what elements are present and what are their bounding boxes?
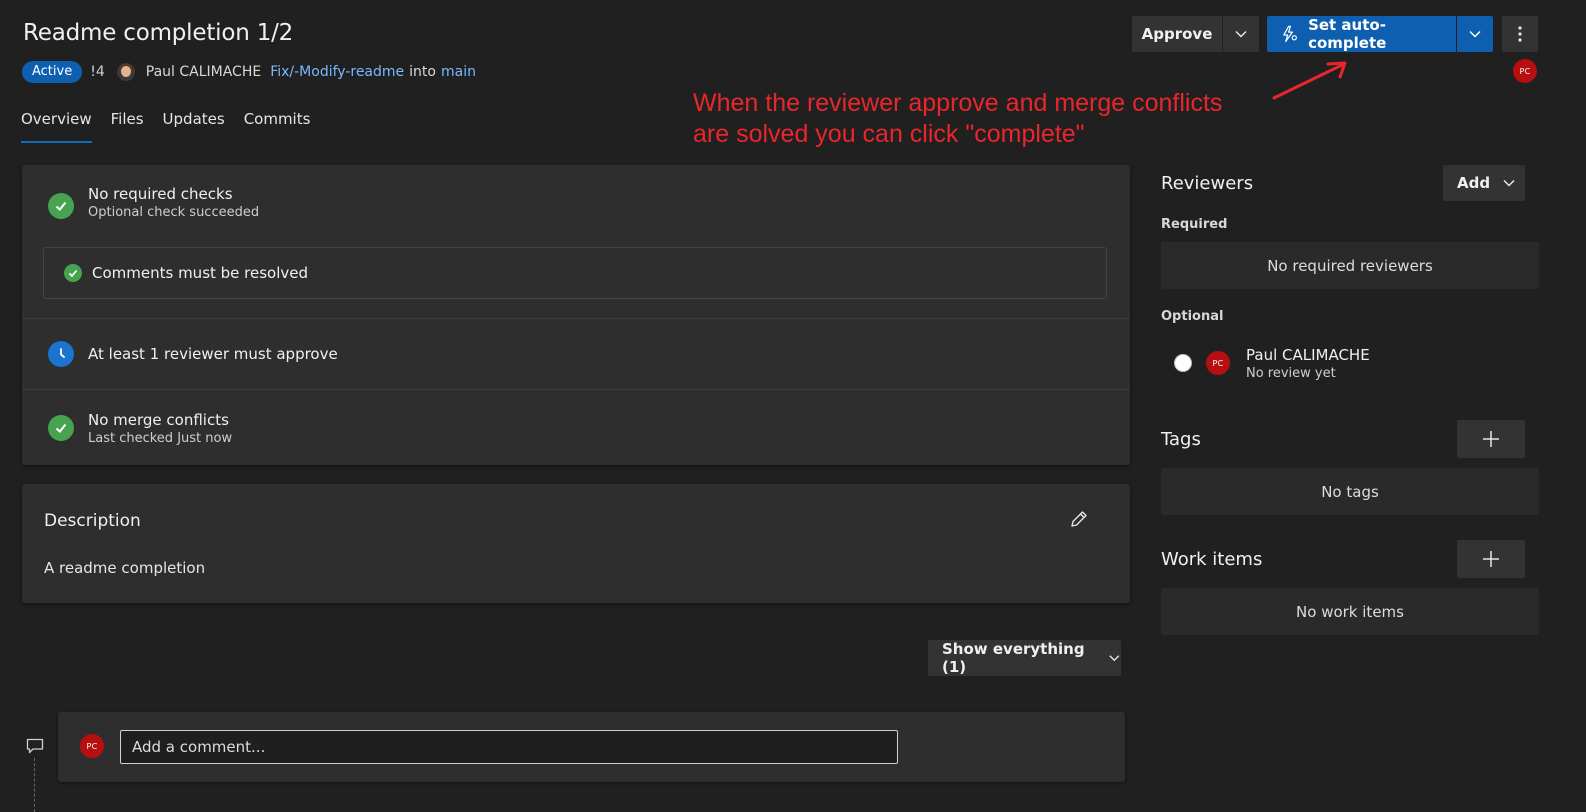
chevron-down-icon bbox=[1503, 179, 1515, 187]
page-title: Readme completion 1/2 bbox=[23, 20, 294, 46]
pr-meta: Active !4 Paul CALIMACHE Fix/-Modify-rea… bbox=[22, 61, 476, 83]
tab-overview[interactable]: Overview bbox=[21, 110, 92, 143]
user-avatar[interactable]: PC bbox=[1513, 59, 1537, 83]
chevron-down-icon bbox=[1109, 655, 1120, 662]
chevron-down-icon bbox=[1235, 30, 1247, 38]
target-branch-link[interactable]: main bbox=[441, 64, 476, 80]
success-check-icon bbox=[48, 415, 74, 441]
comment-avatar: PC bbox=[80, 734, 104, 758]
source-branch-link[interactable]: Fix/-Modify-readme bbox=[270, 64, 404, 80]
reviewer-status: No review yet bbox=[1246, 366, 1336, 381]
required-checks-row bbox=[48, 193, 74, 219]
show-everything-button[interactable]: Show everything (1) bbox=[928, 640, 1121, 676]
show-everything-label: Show everything (1) bbox=[942, 640, 1085, 676]
add-reviewer-button[interactable]: Add bbox=[1443, 165, 1525, 201]
comment-input[interactable]: Add a comment... bbox=[120, 730, 898, 764]
auto-complete-label: Set auto-complete bbox=[1308, 16, 1387, 52]
timeline-line bbox=[34, 758, 35, 812]
reviewer-policy-title: At least 1 reviewer must approve bbox=[88, 345, 338, 363]
divider bbox=[22, 318, 1130, 319]
comments-policy-row[interactable]: Comments must be resolved bbox=[43, 247, 1107, 299]
author-name[interactable]: Paul CALIMACHE bbox=[146, 64, 261, 80]
annotation-arrow-icon bbox=[1272, 61, 1347, 100]
approve-dropdown-button[interactable] bbox=[1223, 16, 1259, 52]
add-tag-button[interactable] bbox=[1457, 420, 1525, 458]
work-items-title: Work items bbox=[1161, 549, 1263, 570]
merge-conflicts-title: No merge conflicts bbox=[88, 411, 229, 429]
comment-card: PC Add a comment... bbox=[58, 712, 1125, 782]
auto-complete-icon bbox=[1283, 25, 1297, 43]
comment-icon bbox=[26, 738, 44, 754]
pr-id: !4 bbox=[90, 64, 105, 80]
description-title: Description bbox=[44, 511, 141, 531]
reviewer-item[interactable]: Paul CALIMACHE No review yet bbox=[1246, 346, 1370, 381]
reviewers-title: Reviewers bbox=[1161, 173, 1254, 194]
required-reviewers-empty: No required reviewers bbox=[1161, 242, 1539, 289]
author-avatar bbox=[116, 63, 135, 81]
reviewer-name: Paul CALIMACHE bbox=[1246, 346, 1370, 364]
tab-commits[interactable]: Commits bbox=[244, 110, 311, 142]
description-text: A readme completion bbox=[44, 559, 206, 577]
auto-complete-dropdown-button[interactable] bbox=[1457, 16, 1493, 52]
set-auto-complete-button[interactable]: Set auto-complete bbox=[1267, 16, 1456, 52]
comments-policy-title: Comments must be resolved bbox=[92, 264, 309, 282]
success-check-icon bbox=[64, 264, 82, 282]
plus-icon bbox=[1483, 431, 1499, 447]
clock-icon bbox=[48, 341, 74, 367]
tab-bar: Overview Files Updates Commits bbox=[21, 110, 329, 143]
reviewer-avatar: PC bbox=[1206, 351, 1230, 375]
more-vertical-icon bbox=[1518, 26, 1522, 42]
tab-updates[interactable]: Updates bbox=[163, 110, 225, 142]
approve-label: Approve bbox=[1141, 25, 1213, 43]
chevron-down-icon bbox=[1469, 30, 1481, 38]
work-items-empty: No work items bbox=[1161, 588, 1539, 635]
description-card: Description A readme completion bbox=[22, 484, 1130, 603]
optional-label: Optional bbox=[1161, 309, 1224, 324]
tags-title: Tags bbox=[1161, 429, 1201, 450]
success-check-icon bbox=[48, 193, 74, 219]
add-work-item-button[interactable] bbox=[1457, 540, 1525, 578]
annotation-text: When the reviewer approve and merge conf… bbox=[693, 89, 1223, 148]
tab-files[interactable]: Files bbox=[111, 110, 144, 142]
more-actions-button[interactable] bbox=[1502, 16, 1538, 52]
add-label: Add bbox=[1457, 174, 1491, 192]
merge-conflicts-subtitle: Last checked Just now bbox=[88, 431, 233, 446]
required-checks-subtitle[interactable]: Optional check succeeded bbox=[88, 205, 259, 220]
reviewer-vote-radio[interactable] bbox=[1174, 354, 1192, 372]
divider bbox=[22, 389, 1130, 390]
into-label: into bbox=[409, 64, 436, 80]
required-checks-title: No required checks bbox=[88, 185, 233, 203]
approve-button[interactable]: Approve bbox=[1132, 16, 1222, 52]
checks-card: No required checks Optional check succee… bbox=[22, 165, 1130, 465]
tags-empty: No tags bbox=[1161, 468, 1539, 515]
plus-icon bbox=[1483, 551, 1499, 567]
required-label: Required bbox=[1161, 217, 1228, 232]
status-badge: Active bbox=[22, 61, 83, 83]
edit-pencil-icon[interactable] bbox=[1069, 509, 1089, 529]
